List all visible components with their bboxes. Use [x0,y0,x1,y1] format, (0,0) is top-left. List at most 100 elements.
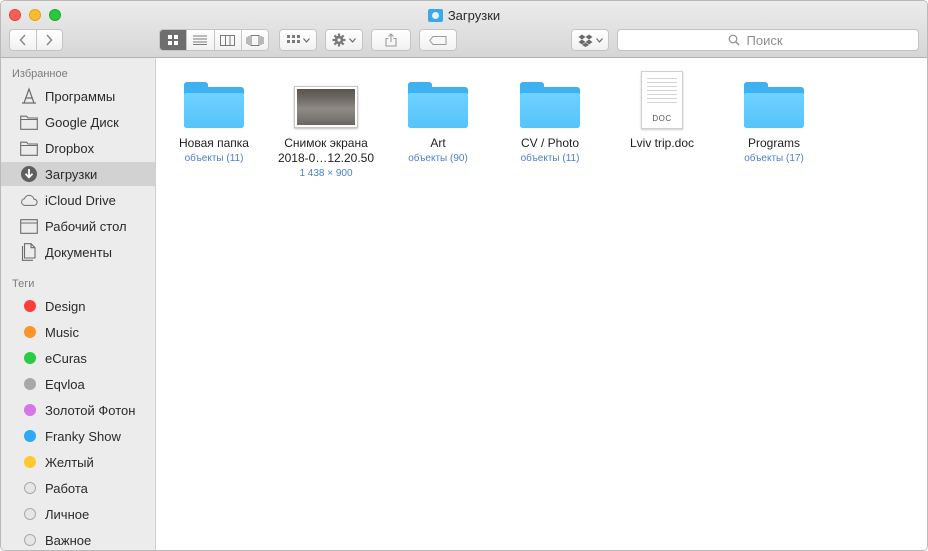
sidebar-item-google-drive[interactable]: Google Диск [1,110,155,134]
sidebar-item-label: Google Диск [45,114,119,130]
tag-color-dot [24,482,36,494]
cloud-icon [20,191,38,209]
forward-button[interactable] [35,30,63,50]
sidebar-item-label: Рабочий стол [45,218,127,234]
file-name-line2: 2018-0…12.20.50 [277,151,375,165]
file-icon-container [158,70,270,130]
back-button[interactable] [10,30,36,50]
folder-icon [408,82,468,128]
chevron-right-icon [46,34,53,46]
desktop-icon [20,217,38,235]
sidebar-tag-label: Личное [45,506,90,522]
tag-color-dot [24,404,36,416]
file-meta: 1 438 × 900 [299,168,353,179]
sidebar-tag-label: Eqvloa [45,376,85,392]
icon-view-button[interactable] [160,30,187,50]
folder-icon [520,82,580,128]
sidebar-item-label: Dropbox [45,140,95,156]
sidebar-tag-golden-photon[interactable]: Золотой Фотон [1,398,155,422]
finder-window: Загрузки Поиск Избранное Программы Googl… [0,0,928,551]
file-item-art[interactable]: Art объекты (90) [382,70,494,166]
folder-icon [744,82,804,128]
image-thumbnail-icon [294,86,358,128]
sidebar-tag-work[interactable]: Работа [1,476,155,500]
dropbox-menu-button[interactable] [571,29,609,51]
toolbar: Загрузки [1,1,927,58]
dropbox-icon [578,34,592,47]
sidebar-item-icloud-drive[interactable]: iCloud Drive [1,188,155,212]
sidebar-tag-label: Золотой Фотон [45,402,136,418]
file-item-programs[interactable]: Programs объекты (17) [718,70,830,166]
sidebar-item-dropbox[interactable]: Dropbox [1,136,155,160]
folder-icon [184,82,244,128]
sidebar-tag-important[interactable]: Важное [1,528,155,550]
sidebar-tag-franky-show[interactable]: Franky Show [1,424,155,448]
tags-header: Теги [12,278,35,290]
file-meta: объекты (11) [184,153,244,164]
view-mode-control [159,29,269,51]
applications-icon [20,87,38,105]
file-meta: объекты (90) [408,153,468,164]
file-icon-container [718,70,830,130]
file-name: Снимок экрана [284,136,368,150]
file-item-screenshot[interactable]: Снимок экрана 2018-0…12.20.50 1 438 × 90… [270,70,382,181]
sidebar-item-downloads[interactable]: Загрузки [1,162,155,186]
columns-icon [220,34,236,46]
sidebar-tag-label: Music [45,324,79,340]
tag-color-dot [24,534,36,546]
sidebar-item-label: iCloud Drive [45,192,116,208]
arrange-grid-icon [286,35,300,43]
file-icon-container [494,70,606,130]
sidebar-item-desktop[interactable]: Рабочий стол [1,214,155,238]
sidebar-item-label: Программы [45,88,116,104]
folder-icon [20,113,38,131]
chevron-left-icon [19,34,26,46]
tag-color-dot [24,456,36,468]
column-view-button[interactable] [213,30,241,50]
sidebar-tag-ecuras[interactable]: eCuras [1,346,155,370]
sidebar-item-applications[interactable]: Программы [1,84,155,108]
search-input[interactable] [744,31,809,49]
sidebar: Избранное Программы Google Диск Dropbox … [1,58,156,550]
file-item-new-folder[interactable]: Новая папка объекты (11) [158,70,270,166]
grid-icon [168,35,179,45]
file-icon-view: Новая папка объекты (11) Снимок экрана 2… [156,58,927,550]
sidebar-tag-label: Работа [45,480,88,496]
chevron-down-icon [302,37,310,43]
downloads-icon [20,165,38,183]
tag-color-dot [24,326,36,338]
tag-color-dot [24,352,36,364]
cover-flow-view-button[interactable] [240,30,268,50]
file-name: Новая папка [179,136,249,150]
arrange-menu-button[interactable] [279,29,317,51]
chevron-down-icon [595,37,603,43]
sidebar-tag-design[interactable]: Design [1,294,155,318]
share-button[interactable] [371,29,411,51]
action-menu-button[interactable] [325,29,363,51]
window-title: Загрузки [1,7,927,23]
tag-icon [429,35,447,45]
sidebar-tag-yellow[interactable]: Желтый [1,450,155,474]
sidebar-tag-music[interactable]: Music [1,320,155,344]
share-icon [385,33,397,47]
sidebar-item-documents[interactable]: Документы [1,240,155,264]
file-item-cv-photo[interactable]: CV / Photo объекты (11) [494,70,606,166]
sidebar-tag-eqvloa[interactable]: Eqvloa [1,372,155,396]
sidebar-tag-label: Важное [45,532,92,548]
favorites-header: Избранное [12,68,68,80]
cover-flow-icon [246,34,264,46]
file-meta: объекты (17) [744,153,804,164]
search-field[interactable] [617,29,919,51]
sidebar-item-label: Документы [45,244,113,260]
file-meta: объекты (11) [520,153,580,164]
sidebar-tag-personal[interactable]: Личное [1,502,155,526]
chevron-down-icon [349,37,356,43]
tag-color-dot [24,300,36,312]
tag-color-dot [24,430,36,442]
list-view-button[interactable] [186,30,213,50]
sidebar-tag-label: Franky Show [45,428,121,444]
file-name: CV / Photo [520,136,580,150]
downloads-folder-icon [427,8,443,22]
edit-tags-button[interactable] [419,29,457,51]
file-item-lviv-trip-doc[interactable]: DOC Lviv trip.doc [606,70,718,151]
